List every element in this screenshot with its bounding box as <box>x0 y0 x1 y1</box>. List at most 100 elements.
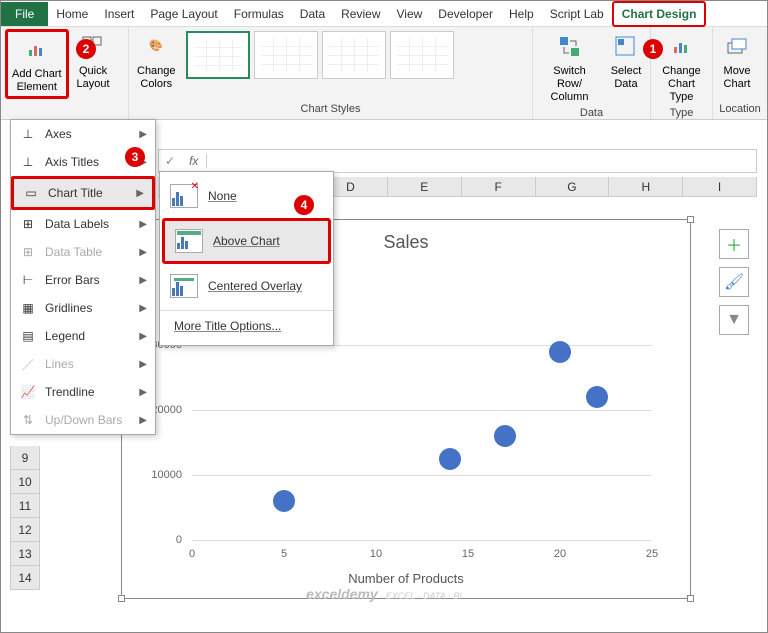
move-chart-button[interactable]: Move Chart <box>717 29 757 93</box>
data-point[interactable] <box>494 425 516 447</box>
tab-file[interactable]: File <box>1 2 48 26</box>
group-location: Location <box>717 103 763 117</box>
quick-layout-button[interactable]: Quick Layout <box>73 29 114 93</box>
add-chart-element-label: Add Chart Element <box>12 68 62 94</box>
axis-titles-icon: ⊥ <box>19 154 37 170</box>
select-data-button[interactable]: Select Data <box>606 29 646 93</box>
menu-legend[interactable]: ▤Legend▶ <box>11 322 155 350</box>
col-e[interactable]: E <box>388 177 462 196</box>
data-point[interactable] <box>273 490 295 512</box>
chevron-right-icon: ▶ <box>139 129 147 140</box>
tab-script-lab[interactable]: Script Lab <box>542 3 612 25</box>
x-axis-title[interactable]: Number of Products <box>122 571 690 586</box>
menu-lines: ／Lines▶ <box>11 350 155 378</box>
data-labels-icon: ⊞ <box>19 216 37 232</box>
above-chart-icon <box>175 229 203 253</box>
tab-insert[interactable]: Insert <box>96 3 142 25</box>
chevron-right-icon: ▶ <box>139 387 147 398</box>
data-point[interactable] <box>549 341 571 363</box>
add-chart-element-icon <box>21 34 53 66</box>
chart-elements-button[interactable]: ＋ <box>719 229 749 259</box>
chart-style-3[interactable] <box>322 31 386 79</box>
chart-style-1[interactable] <box>186 31 250 79</box>
change-colors-button[interactable]: 🎨 Change Colors <box>133 29 180 93</box>
chevron-right-icon: ▶ <box>139 247 147 258</box>
chart-handle[interactable] <box>687 216 694 223</box>
funnel-icon: ▼ <box>726 311 742 329</box>
group-data: Data <box>537 107 646 121</box>
menu-data-labels[interactable]: ⊞Data Labels▶ <box>11 210 155 238</box>
chart-handle[interactable] <box>687 595 694 602</box>
submenu-more-options[interactable]: More Title Options... <box>160 310 333 341</box>
x-tick-label: 0 <box>189 548 195 560</box>
callout-badge-3: 3 <box>125 147 145 167</box>
col-f[interactable]: F <box>462 177 536 196</box>
chart-style-4[interactable] <box>390 31 454 79</box>
chart-handle[interactable] <box>118 595 125 602</box>
data-point[interactable] <box>586 386 608 408</box>
callout-badge-1: 1 <box>643 39 663 59</box>
select-data-icon <box>610 31 642 63</box>
row-13[interactable]: 13 <box>10 542 40 566</box>
col-i[interactable]: I <box>683 177 757 196</box>
tab-developer[interactable]: Developer <box>430 3 501 25</box>
plus-icon: ＋ <box>726 232 742 256</box>
chart-filters-button[interactable]: ▼ <box>719 305 749 335</box>
data-table-icon: ⊞ <box>19 244 37 260</box>
col-g[interactable]: G <box>536 177 610 196</box>
updown-icon: ⇅ <box>19 412 37 428</box>
formula-bar[interactable]: ✓ fx <box>158 149 757 173</box>
chart-style-2[interactable] <box>254 31 318 79</box>
check-icon[interactable]: ✓ <box>159 154 181 168</box>
switch-row-column-button[interactable]: Switch Row/ Column <box>537 29 602 107</box>
menu-chart-title[interactable]: ▭Chart Title▶ <box>11 176 155 210</box>
tab-help[interactable]: Help <box>501 3 542 25</box>
fx-icon[interactable]: fx <box>181 154 207 168</box>
callout-badge-4: 4 <box>294 195 314 215</box>
col-h[interactable]: H <box>609 177 683 196</box>
row-11[interactable]: 11 <box>10 494 40 518</box>
row-headers: 9 10 11 12 13 14 <box>10 446 40 590</box>
row-12[interactable]: 12 <box>10 518 40 542</box>
submenu-above-chart[interactable]: Above Chart <box>162 218 331 264</box>
chart-title-icon: ▭ <box>22 185 40 201</box>
row-10[interactable]: 10 <box>10 470 40 494</box>
tab-formulas[interactable]: Formulas <box>226 3 292 25</box>
tab-chart-design[interactable]: Chart Design <box>612 1 707 27</box>
menu-error-bars[interactable]: ⊢Error Bars▶ <box>11 266 155 294</box>
row-9[interactable]: 9 <box>10 446 40 470</box>
none-icon: ✕ <box>170 184 198 208</box>
data-point[interactable] <box>439 448 461 470</box>
x-tick-label: 25 <box>646 548 658 560</box>
change-chart-type-button[interactable]: Change Chart Type <box>655 29 708 107</box>
chart-styles-button[interactable]: 🖌 <box>719 267 749 297</box>
tab-home[interactable]: Home <box>48 3 96 25</box>
menu-gridlines[interactable]: ▦Gridlines▶ <box>11 294 155 322</box>
watermark: exceldemy · EXCEL · DATA · BI <box>306 586 462 602</box>
menu-axes[interactable]: ⊥Axes▶ <box>11 120 155 148</box>
centered-overlay-icon <box>170 274 198 298</box>
y-tick-label: 10000 <box>151 469 182 481</box>
chevron-right-icon: ▶ <box>139 415 147 426</box>
tab-view[interactable]: View <box>389 3 431 25</box>
x-tick-label: 20 <box>554 548 566 560</box>
error-bars-icon: ⊢ <box>19 272 37 288</box>
move-chart-label: Move Chart <box>724 65 751 91</box>
callout-badge-2: 2 <box>76 39 96 59</box>
change-chart-type-label: Change Chart Type <box>659 65 704 105</box>
add-chart-element-button[interactable]: Add Chart Element <box>5 29 69 99</box>
ribbon-tabs: File Home Insert Page Layout Formulas Da… <box>1 1 767 27</box>
menu-trendline[interactable]: 📈Trendline▶ <box>11 378 155 406</box>
row-14[interactable]: 14 <box>10 566 40 590</box>
tab-review[interactable]: Review <box>333 3 388 25</box>
tab-page-layout[interactable]: Page Layout <box>142 3 225 25</box>
tab-data[interactable]: Data <box>292 3 333 25</box>
move-chart-icon <box>721 31 753 63</box>
x-tick-label: 10 <box>370 548 382 560</box>
submenu-centered-overlay[interactable]: Centered Overlay <box>160 266 333 306</box>
switch-icon <box>554 31 586 63</box>
chart-styles-gallery[interactable] <box>184 29 456 81</box>
change-colors-label: Change Colors <box>137 65 176 91</box>
menu-data-table: ⊞Data Table▶ <box>11 238 155 266</box>
palette-icon: 🎨 <box>140 31 172 63</box>
